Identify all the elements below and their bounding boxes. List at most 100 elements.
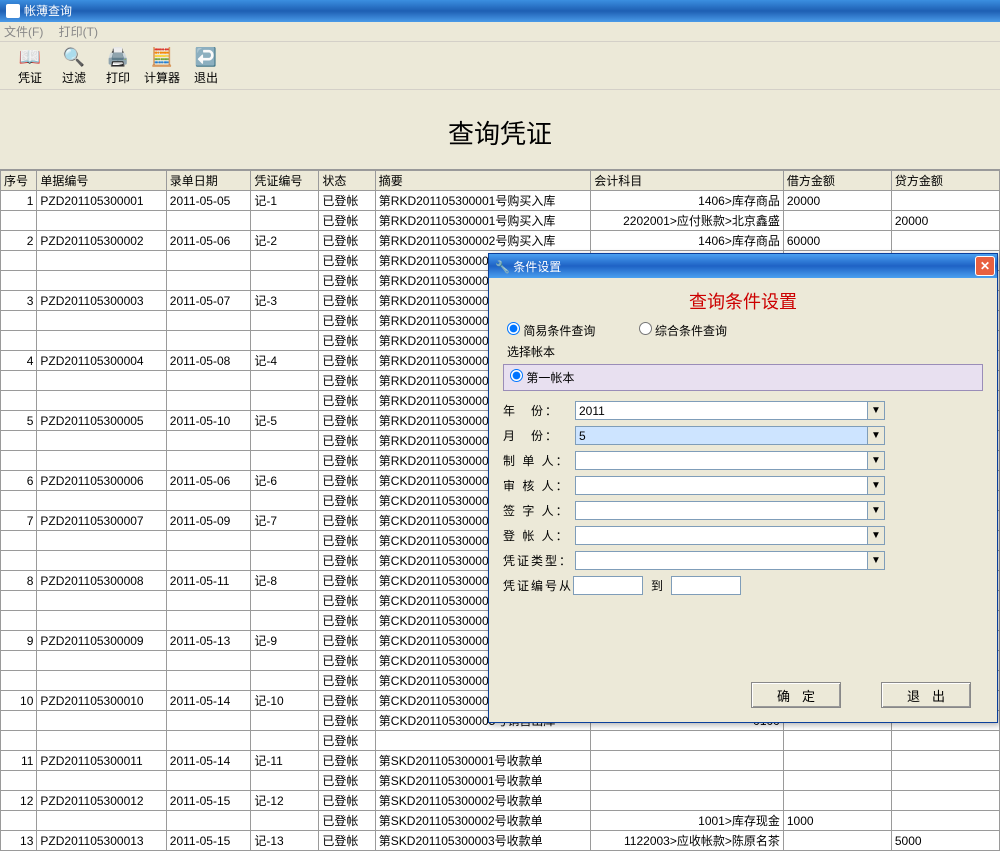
vtype-input[interactable] (575, 551, 868, 570)
toolbar-filter-label: 过滤 (62, 69, 86, 86)
cell: 已登帐 (319, 331, 375, 351)
table-row[interactable]: 已登帐第RKD201105300001号购买入库2202001>应付账款>北京鑫… (1, 211, 1000, 231)
menu-print[interactable]: 打印(T) (59, 25, 98, 39)
exit-button[interactable]: 退出 (881, 682, 971, 708)
radio-complex[interactable]: 综合条件查询 (639, 324, 727, 338)
table-row[interactable]: 已登帐第SKD201105300001号收款单 (1, 771, 1000, 791)
grid-header-cell[interactable]: 序号 (1, 171, 37, 191)
cell (37, 771, 166, 791)
app-icon (6, 4, 20, 18)
cell: 已登帐 (319, 191, 375, 211)
radio-complex-input[interactable] (639, 322, 652, 335)
cell (166, 251, 251, 271)
cell: 已登帐 (319, 251, 375, 271)
cell: 8 (1, 571, 37, 591)
cell (37, 391, 166, 411)
grid-header-cell[interactable]: 凭证编号 (251, 171, 319, 191)
cell (591, 791, 784, 811)
cell (37, 611, 166, 631)
radio-ledger-first-input[interactable] (510, 369, 523, 382)
cell (1, 551, 37, 571)
poster-input[interactable] (575, 526, 868, 545)
cell: 第SKD201105300002号收款单 (375, 791, 591, 811)
table-row[interactable]: 已登帐 (1, 731, 1000, 751)
cell (166, 391, 251, 411)
cell: 1000 (783, 811, 891, 831)
cell: 记-2 (251, 231, 319, 251)
cell (783, 731, 891, 751)
cell (1, 531, 37, 551)
grid-header-cell[interactable]: 摘要 (375, 171, 591, 191)
calculator-icon: 🧮 (148, 45, 176, 69)
table-row[interactable]: 13PZD2011053000132011-05-15记-13已登帐第SKD20… (1, 831, 1000, 851)
grid-header-cell[interactable]: 会计科目 (591, 171, 784, 191)
month-input[interactable] (575, 426, 868, 445)
radio-ledger-first[interactable]: 第一帐本 (510, 371, 574, 385)
grid-header-cell[interactable]: 状态 (319, 171, 375, 191)
chevron-down-icon[interactable]: ▼ (868, 451, 885, 470)
cell (166, 551, 251, 571)
table-row[interactable]: 已登帐第SKD201105300002号收款单1001>库存现金1000 (1, 811, 1000, 831)
grid-header-cell[interactable]: 录单日期 (166, 171, 251, 191)
chevron-down-icon[interactable]: ▼ (868, 476, 885, 495)
signer-input[interactable] (575, 501, 868, 520)
cell: 记-9 (251, 631, 319, 651)
chevron-down-icon[interactable]: ▼ (868, 551, 885, 570)
dialog-titlebar[interactable]: 🔧 条件设置 ✕ (489, 254, 997, 278)
table-row[interactable]: 2PZD2011053000022011-05-06记-2已登帐第RKD2011… (1, 231, 1000, 251)
toolbar-voucher-button[interactable]: 📖 凭证 (8, 45, 52, 86)
radio-simple-input[interactable] (507, 322, 520, 335)
auditor-input[interactable] (575, 476, 868, 495)
cell (591, 731, 784, 751)
cell (251, 271, 319, 291)
cell: 记-12 (251, 791, 319, 811)
signer-label: 签 字 人： (503, 502, 575, 519)
cell: 第SKD201105300003号收款单 (375, 831, 591, 851)
close-icon[interactable]: ✕ (975, 256, 995, 276)
cell (37, 531, 166, 551)
cell (251, 551, 319, 571)
ledger-box: 第一帐本 (503, 364, 983, 391)
menu-file[interactable]: 文件(F) (4, 25, 43, 39)
cell (1, 211, 37, 231)
maker-input[interactable] (575, 451, 868, 470)
table-row[interactable]: 1PZD2011053000012011-05-05记-1已登帐第RKD2011… (1, 191, 1000, 211)
toolbar-print-button[interactable]: 🖨️ 打印 (96, 45, 140, 86)
grid-header-cell[interactable]: 单据编号 (37, 171, 166, 191)
chevron-down-icon[interactable]: ▼ (868, 501, 885, 520)
cell (37, 551, 166, 571)
table-row[interactable]: 11PZD2011053000112011-05-14记-11已登帐第SKD20… (1, 751, 1000, 771)
cell: 2011-05-10 (166, 411, 251, 431)
cell: 第SKD201105300001号收款单 (375, 751, 591, 771)
cell: 已登帐 (319, 611, 375, 631)
toolbar-exit-button[interactable]: ↩️ 退出 (184, 45, 228, 86)
cell (1, 451, 37, 471)
chevron-down-icon[interactable]: ▼ (868, 526, 885, 545)
cell: 2202001>应付账款>北京鑫盛 (591, 211, 784, 231)
toolbar-calc-button[interactable]: 🧮 计算器 (140, 45, 184, 86)
cell (251, 491, 319, 511)
toolbar-voucher-label: 凭证 (18, 69, 42, 86)
cell: 5 (1, 411, 37, 431)
cell (166, 711, 251, 731)
year-input[interactable] (575, 401, 868, 420)
cell (1, 331, 37, 351)
grid-header-cell[interactable]: 借方金额 (783, 171, 891, 191)
table-row[interactable]: 12PZD2011053000122011-05-15记-12已登帐第SKD20… (1, 791, 1000, 811)
toolbar-filter-button[interactable]: 🔍 过滤 (52, 45, 96, 86)
cell (1, 391, 37, 411)
toolbar-print-label: 打印 (106, 69, 130, 86)
cell (37, 431, 166, 451)
chevron-down-icon[interactable]: ▼ (868, 401, 885, 420)
vno-to-input[interactable] (671, 576, 741, 595)
vno-from-input[interactable] (573, 576, 643, 595)
window-title: 帐薄查询 (24, 0, 72, 22)
ledger-label: 选择帐本 (503, 341, 983, 362)
grid-header-cell[interactable]: 贷方金额 (891, 171, 999, 191)
cell: 已登帐 (319, 311, 375, 331)
ok-button[interactable]: 确定 (751, 682, 841, 708)
cell: 2011-05-05 (166, 191, 251, 211)
cell: 第RKD201105300001号购买入库 (375, 211, 591, 231)
radio-simple[interactable]: 简易条件查询 (507, 324, 595, 338)
chevron-down-icon[interactable]: ▼ (868, 426, 885, 445)
